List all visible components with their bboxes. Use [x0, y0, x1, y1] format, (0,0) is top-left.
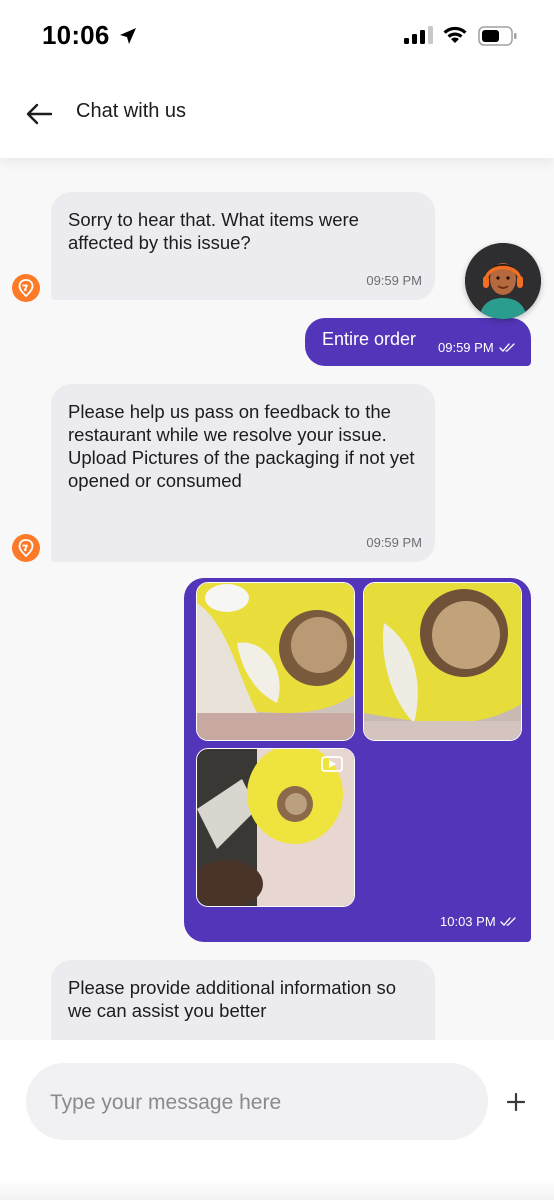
- message-text: Sorry to hear that. What items were affe…: [68, 209, 359, 253]
- brand-logo-icon: [18, 279, 34, 297]
- chat-messages[interactable]: Sorry to hear that. What items were affe…: [0, 158, 554, 1040]
- location-arrow-icon: [120, 28, 136, 44]
- message-input[interactable]: Type your message here: [26, 1063, 488, 1140]
- back-arrow-icon[interactable]: [24, 102, 54, 126]
- bot-message: Please help us pass on feedback to the r…: [51, 384, 435, 562]
- bot-avatar: [12, 534, 40, 562]
- message-time: 09:59 PM: [366, 273, 422, 288]
- attached-photo[interactable]: [363, 582, 522, 741]
- cellular-signal-icon: [404, 26, 433, 44]
- home-indicator-area: [0, 1180, 554, 1200]
- read-receipt-icon: [499, 343, 515, 352]
- bot-message: Please provide additional information so…: [51, 960, 435, 1040]
- bot-avatar: [12, 274, 40, 302]
- message-text: Entire order: [322, 329, 417, 349]
- message-time: 10:03 PM: [440, 914, 496, 929]
- input-placeholder: Type your message here: [50, 1091, 282, 1114]
- agent-avatar: [465, 243, 541, 319]
- message-time: 09:59 PM: [438, 340, 494, 355]
- agent-face-icon: [465, 243, 541, 319]
- chat-header: Chat with us: [0, 70, 554, 158]
- message-composer: Type your message here: [0, 1040, 554, 1200]
- page-title: Chat with us: [76, 100, 187, 122]
- status-bar: 10:06: [0, 0, 554, 70]
- message-text: Please help us pass on feedback to the r…: [68, 401, 415, 491]
- message-text: Please provide additional information so…: [68, 977, 397, 1021]
- message-time: 09:59 PM: [366, 535, 422, 550]
- brand-logo-icon: [18, 539, 34, 557]
- plus-icon[interactable]: [504, 1090, 528, 1114]
- bot-message: Sorry to hear that. What items were affe…: [51, 192, 435, 300]
- user-message: Entire order 09:59 PM: [305, 318, 531, 366]
- read-receipt-icon: [500, 917, 516, 926]
- attached-photo[interactable]: [196, 582, 355, 741]
- status-time: 10:06: [42, 20, 110, 50]
- wifi-icon: [443, 26, 467, 43]
- battery-icon: [478, 26, 517, 46]
- attached-video[interactable]: [196, 748, 355, 907]
- user-media-message: 10:03 PM: [184, 578, 531, 942]
